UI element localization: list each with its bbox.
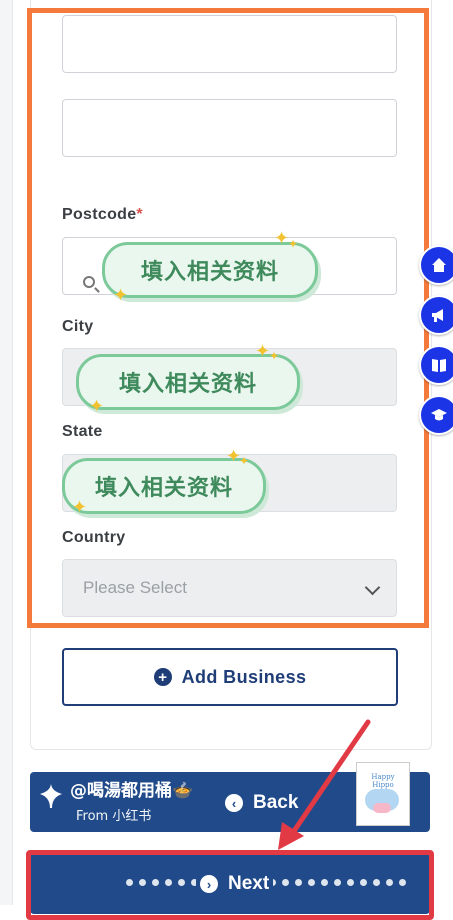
- megaphone-icon: [432, 309, 443, 322]
- sparkle-icon: ✦: [239, 454, 250, 468]
- add-business-label: Add Business: [181, 666, 307, 687]
- page-edge: [0, 0, 13, 905]
- graduation-button[interactable]: [419, 395, 453, 435]
- sparkle-icon: ✦: [113, 285, 129, 305]
- plus-circle-icon: +: [153, 668, 172, 686]
- sparkle-icon: ✦: [72, 497, 88, 517]
- home-button[interactable]: [419, 245, 453, 285]
- sparkle-icon: ✦: [255, 341, 271, 361]
- next-button[interactable]: › Next: [30, 854, 430, 914]
- courses-button[interactable]: [419, 345, 453, 385]
- postcode-label: Postcode*: [62, 206, 143, 224]
- chevron-left-circle-icon: ‹: [225, 794, 243, 812]
- watermark-source: From 小红书: [76, 809, 152, 824]
- back-label: ‹ Back: [225, 792, 298, 814]
- add-business-button[interactable]: + Add Business: [62, 648, 398, 706]
- graduation-cap-icon: [431, 409, 447, 421]
- city-sticker: 填入相关资料: [76, 354, 300, 410]
- announcements-button[interactable]: [419, 295, 453, 335]
- book-icon: [432, 359, 446, 372]
- search-icon: [83, 276, 95, 288]
- back-label-text: Back: [253, 792, 299, 813]
- required-mark: *: [136, 206, 143, 223]
- chevron-right-circle-icon: ›: [200, 875, 218, 893]
- hippo-thumbnail: Happy Hippo: [356, 762, 410, 826]
- sparkle-icon: ✦: [288, 237, 299, 251]
- country-select-placeholder: Please Select: [83, 578, 187, 597]
- next-label-text: Next: [228, 873, 270, 894]
- sparkle-icon: ✦: [269, 349, 280, 363]
- bowl-icon: 🍲: [172, 781, 194, 801]
- next-label: › Next: [196, 873, 274, 895]
- home-icon: [432, 258, 446, 272]
- chevron-down-icon: [364, 579, 381, 596]
- sparkle-icon: ✦: [274, 228, 290, 248]
- watermark-user-text: @喝湯都用桶: [70, 781, 172, 801]
- state-label: State: [62, 423, 103, 440]
- address-line-field[interactable]: [62, 15, 397, 73]
- state-sticker: 填入相关资料: [62, 458, 266, 514]
- address-line-2-field[interactable]: [62, 99, 397, 157]
- country-label: Country: [62, 529, 126, 546]
- sparkle-icon: ✦: [89, 396, 105, 416]
- country-select[interactable]: Please Select: [62, 559, 397, 617]
- thumbnail-caption: Happy Hippo: [371, 773, 395, 789]
- watermark-logo-icon: [40, 784, 62, 808]
- postcode-sticker: 填入相关资料: [102, 242, 318, 298]
- watermark-username: @喝湯都用桶🍲: [70, 776, 193, 801]
- postcode-label-text: Postcode: [62, 206, 137, 223]
- city-label: City: [62, 318, 94, 335]
- hippo-illustration: [365, 789, 399, 813]
